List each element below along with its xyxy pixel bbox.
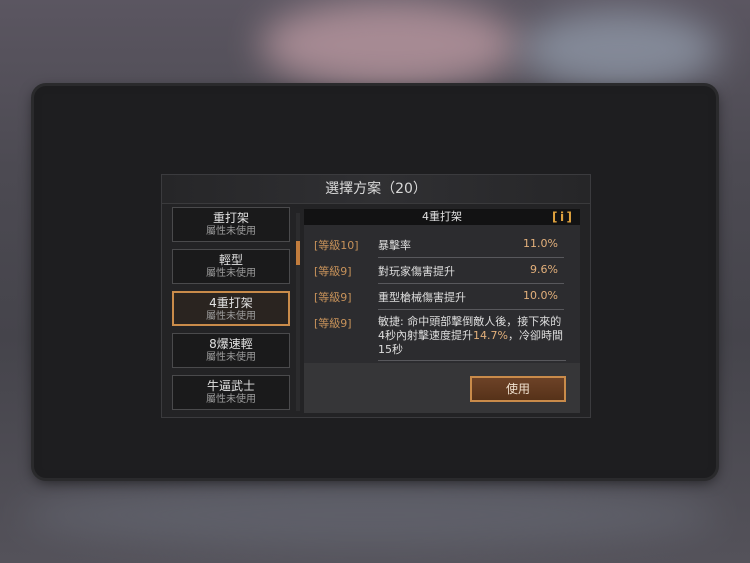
use-button[interactable]: 使用	[470, 376, 566, 402]
info-icon[interactable]: i	[552, 209, 572, 225]
detail-header: 4重打架 i	[304, 209, 580, 225]
attribute-level: [等級9]	[314, 265, 352, 278]
scheme-status: 屬性未使用	[206, 311, 256, 322]
attribute: 重型槍械傷害提升 10.0%	[378, 289, 564, 310]
scheme-item[interactable]: 8爆速輕 屬性未使用	[172, 333, 290, 368]
scheme-name: 4重打架	[209, 296, 253, 310]
attribute: 對玩家傷害提升 9.6%	[378, 263, 564, 284]
background-blur	[20, 480, 720, 550]
scheme-name: 輕型	[218, 253, 243, 267]
attribute-value: 9.6%	[530, 263, 558, 276]
attribute-value: 11.0%	[523, 237, 558, 250]
scheme-item[interactable]: 牛逼武士 屬性未使用	[172, 375, 290, 410]
detail-title: 4重打架	[422, 210, 462, 223]
scheme-name: 重打架	[212, 211, 249, 225]
scheme-name: 牛逼武士	[206, 379, 255, 393]
attribute-level: [等級9]	[314, 291, 352, 304]
scheme-item[interactable]: 輕型 屬性未使用	[172, 249, 290, 284]
attribute: 暴擊率 11.0%	[378, 237, 564, 258]
scheme-dialog: 選擇方案（20） 重打架 屬性未使用 輕型 屬性未使用 4重打架 屬性未使用 8…	[161, 174, 591, 418]
special-highlight: 14.7%	[473, 329, 508, 342]
scheme-list: 重打架 屬性未使用 輕型 屬性未使用 4重打架 屬性未使用 8爆速輕 屬性未使用…	[172, 207, 294, 417]
scheme-status: 屬性未使用	[206, 268, 256, 279]
scheme-status: 屬性未使用	[206, 226, 256, 237]
attribute-level: [等級10]	[314, 239, 359, 252]
attribute-value: 10.0%	[523, 289, 558, 302]
scheme-item[interactable]: 重打架 屬性未使用	[172, 207, 290, 242]
special-description: 敏捷: 命中頭部擊倒敵人後，接下來的4秒內射擊速度提升14.7%，冷卻時間15秒	[378, 315, 566, 361]
scheme-name: 8爆速輕	[209, 337, 253, 351]
scrollbar-thumb[interactable]	[296, 241, 300, 265]
attribute-name: 重型槍械傷害提升	[378, 291, 466, 304]
scheme-status: 屬性未使用	[206, 352, 256, 363]
attribute-level: [等級9]	[314, 317, 352, 330]
detail-footer: 使用	[304, 363, 580, 413]
scheme-item-selected[interactable]: 4重打架 屬性未使用	[172, 291, 290, 326]
attribute-name: 暴擊率	[378, 239, 411, 252]
detail-panel: 4重打架 i [等級10] 暴擊率 11.0% [等級9] 對玩家傷害提升 9.…	[304, 209, 580, 413]
attribute-name: 對玩家傷害提升	[378, 265, 455, 278]
scheme-status: 屬性未使用	[206, 394, 256, 405]
background-blur	[520, 10, 720, 90]
background-blur	[260, 0, 520, 90]
dialog-title: 選擇方案（20）	[162, 175, 590, 204]
scrollbar[interactable]	[296, 213, 300, 411]
